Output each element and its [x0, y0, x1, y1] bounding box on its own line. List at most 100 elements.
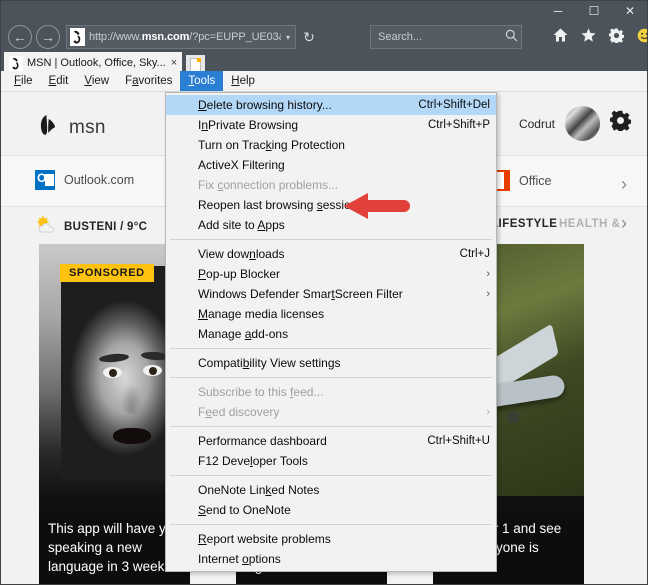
- page-settings-gear-icon[interactable]: [609, 110, 632, 137]
- menu-item-pop-up-blocker[interactable]: Pop-up Blocker ›: [166, 264, 496, 284]
- home-icon[interactable]: [552, 26, 568, 44]
- back-arrow-icon: ←: [13, 29, 27, 45]
- maximize-icon: ☐: [588, 4, 600, 18]
- menu-item-compatibility-view-settings[interactable]: Compatibility View settings: [166, 353, 496, 373]
- menu-item-f12-developer-tools[interactable]: F12 Developer Tools: [166, 451, 496, 471]
- eyebrow: [98, 352, 130, 364]
- menu-separator: [170, 348, 492, 349]
- woman-face-photo: [61, 266, 179, 481]
- new-tab-icon: [190, 57, 201, 72]
- avatar[interactable]: [565, 106, 600, 141]
- menubar-item-edit[interactable]: Edit: [41, 71, 77, 91]
- menu-item-label: Manage add-ons: [198, 327, 289, 341]
- close-button[interactable]: ✕: [612, 0, 648, 22]
- menu-item-label: F12 Developer Tools: [198, 454, 308, 468]
- weather-label: BUSTENI / 9°C: [64, 221, 148, 233]
- menu-item-label: ActiveX Filtering: [198, 158, 285, 172]
- menu-item-label: Fix connection problems...: [198, 178, 339, 192]
- favorites-star-icon[interactable]: [580, 26, 596, 44]
- feedback-smiley-icon[interactable]: [636, 26, 648, 44]
- menu-item-shortcut: Ctrl+Shift+Del: [418, 99, 490, 111]
- menu-item-view-downloads[interactable]: View downloads Ctrl+J: [166, 244, 496, 264]
- category-health[interactable]: HEALTH &: [559, 218, 620, 230]
- menu-item-turn-on-tracking-protection[interactable]: Turn on Tracking Protection: [166, 135, 496, 155]
- menu-item-label: Add site to Apps: [198, 218, 285, 232]
- weather-widget[interactable]: BUSTENI / 9°C: [35, 216, 147, 238]
- back-button[interactable]: ←: [8, 25, 32, 49]
- menu-item-label: Internet options: [198, 552, 281, 566]
- menu-item-send-to-onenote[interactable]: Send to OneNote: [166, 500, 496, 520]
- search-icon: [501, 29, 521, 45]
- menubar-item-file[interactable]: File: [6, 71, 41, 91]
- msn-logo[interactable]: msn: [35, 113, 106, 143]
- menu-item-add-site-to-apps[interactable]: Add site to Apps: [166, 215, 496, 235]
- category-lifestyle[interactable]: LIFESTYLE: [491, 218, 557, 230]
- menu-item-performance-dashboard[interactable]: Performance dashboard Ctrl+Shift+U: [166, 431, 496, 451]
- menu-item-label: Compatibility View settings: [198, 356, 341, 370]
- minimize-button[interactable]: ─: [540, 0, 576, 22]
- tab-close-icon[interactable]: ×: [166, 57, 182, 69]
- address-bar[interactable]: http://www.msn.com/?pc=EUPP_UE03&ocid=U …: [66, 25, 296, 49]
- forward-button[interactable]: →: [36, 25, 60, 49]
- refresh-icon: ↻: [303, 28, 315, 45]
- service-label: Outlook.com: [64, 173, 135, 187]
- tab-title: MSN | Outlook, Office, Sky...: [27, 57, 166, 69]
- menubar-item-help[interactable]: Help: [223, 71, 263, 91]
- menu-separator: [170, 426, 492, 427]
- landing-gear: [507, 411, 519, 423]
- mouth: [113, 428, 151, 444]
- tab-favicon-icon: [9, 55, 23, 71]
- chevron-right-icon: ›: [486, 288, 490, 300]
- menu-item-delete-browsing-history[interactable]: Delete browsing history... Ctrl+Shift+Del: [166, 95, 496, 115]
- url-text: http://www.msn.com/?pc=EUPP_UE03&ocid=U: [89, 31, 281, 43]
- menu-item-internet-options[interactable]: Internet options: [166, 549, 496, 569]
- menubar-item-view[interactable]: View: [76, 71, 117, 91]
- chevron-right-icon: ›: [486, 268, 490, 280]
- service-outlook[interactable]: Outlook.com: [35, 170, 134, 190]
- menu-separator: [170, 377, 492, 378]
- toolbar-icons: [552, 26, 648, 44]
- menu-item-label: Windows Defender SmartScreen Filter: [198, 287, 403, 301]
- arrow-shaft: [366, 200, 410, 212]
- refresh-button[interactable]: ↻: [300, 28, 318, 46]
- menu-separator: [170, 524, 492, 525]
- address-dropdown-icon[interactable]: ▾: [281, 33, 295, 42]
- menu-item-manage-media-licenses[interactable]: Manage media licenses: [166, 304, 496, 324]
- ie-logo-icon: [70, 28, 85, 46]
- category-chevron-right-icon[interactable]: ›: [621, 213, 627, 234]
- menu-item-activex-filtering[interactable]: ActiveX Filtering: [166, 155, 496, 175]
- menu-item-label: View downloads: [198, 247, 285, 261]
- menubar-item-favorites[interactable]: Favorites: [117, 71, 180, 91]
- services-chevron-right-icon[interactable]: ›: [621, 174, 627, 195]
- sponsored-badge: SPONSORED: [60, 264, 154, 282]
- title-bar: ─ ☐ ✕: [0, 0, 648, 22]
- arrow-head: [344, 193, 368, 219]
- menu-item-inprivate-browsing[interactable]: InPrivate Browsing Ctrl+Shift+P: [166, 115, 496, 135]
- internet-explorer-window: ─ ☐ ✕ ← → http://www.msn.com/?pc=EUPP_UE…: [0, 0, 648, 585]
- service-label: Office: [519, 173, 552, 188]
- window-controls: ─ ☐ ✕: [540, 0, 648, 22]
- menu-item-label: Report website problems: [198, 532, 331, 546]
- chevron-right-icon: ›: [486, 406, 490, 418]
- menu-item-label: Manage media licenses: [198, 307, 325, 321]
- menu-item-manage-add-ons[interactable]: Manage add-ons: [166, 324, 496, 344]
- menu-item-windows-defender-smartscreen-filter[interactable]: Windows Defender SmartScreen Filter ›: [166, 284, 496, 304]
- menu-bar: File Edit View Favorites Tools Help: [0, 71, 648, 92]
- menubar-item-tools[interactable]: Tools: [180, 71, 224, 91]
- menu-item-reopen-last-browsing-session[interactable]: Reopen last browsing session: [166, 195, 496, 215]
- service-office[interactable]: Office: [491, 170, 551, 191]
- maximize-button[interactable]: ☐: [576, 0, 612, 22]
- menu-item-label: Performance dashboard: [198, 434, 327, 448]
- close-icon: ✕: [624, 4, 636, 18]
- menu-item-onenote-linked-notes[interactable]: OneNote Linked Notes: [166, 480, 496, 500]
- search-box[interactable]: Search...: [370, 25, 522, 49]
- menu-item-report-website-problems[interactable]: Report website problems: [166, 529, 496, 549]
- menu-item-label: Subscribe to this feed...: [198, 385, 324, 399]
- account-name: Codrut: [518, 116, 555, 131]
- menu-item-label: InPrivate Browsing: [198, 118, 299, 132]
- menu-item-fix-connection-problems: Fix connection problems...: [166, 175, 496, 195]
- account-area[interactable]: Codrut: [518, 106, 632, 141]
- search-input[interactable]: Search...: [371, 31, 501, 43]
- settings-gear-icon[interactable]: [608, 26, 624, 44]
- menu-item-label: Turn on Tracking Protection: [198, 138, 345, 152]
